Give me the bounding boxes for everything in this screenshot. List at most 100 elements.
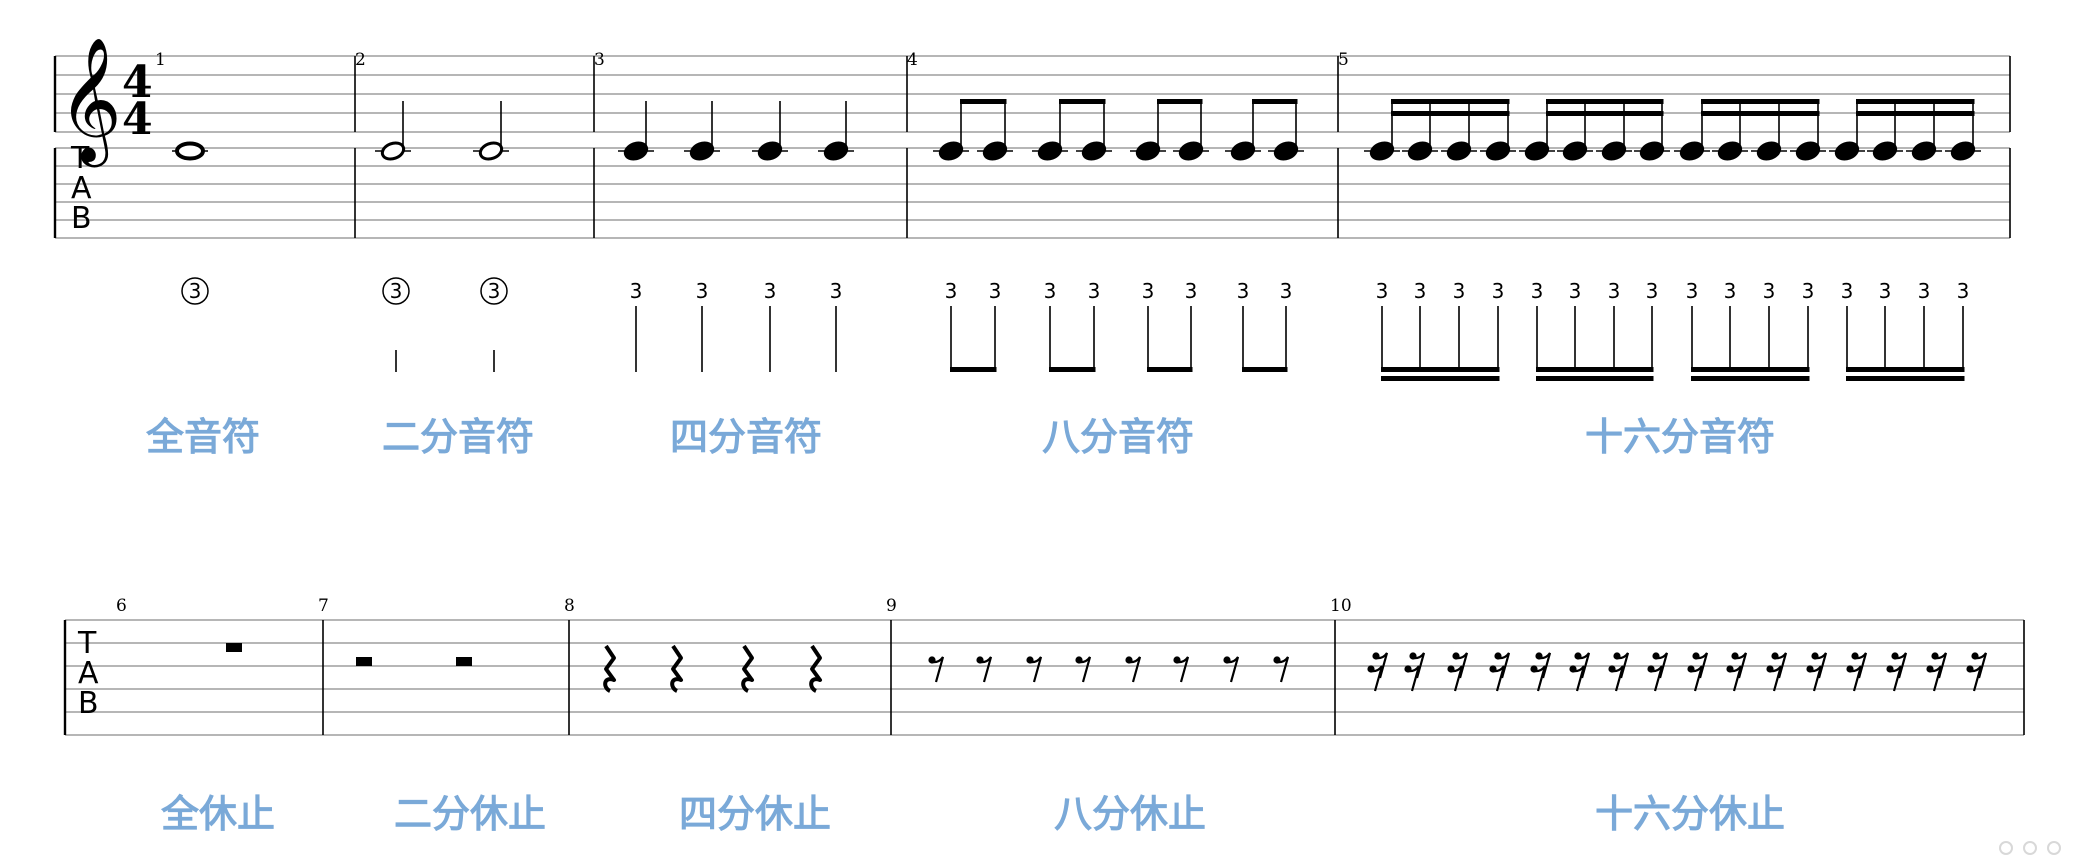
quarter-rest-icon <box>670 644 683 693</box>
measure-4: 4 3 3 3 3 3 3 3 3 八分音符 <box>907 50 1304 459</box>
note-beam <box>1157 99 1203 104</box>
filled-note-head <box>938 141 964 161</box>
whole-rest-icon <box>226 643 242 652</box>
measure-5: 5 3 3 3 3 3 3 3 3 3 3 3 3 3 3 3 3 十六分音符 <box>1338 50 1981 459</box>
sixteenth-rest-icon <box>1966 652 1988 692</box>
watermark-dots-icon <box>1999 841 2061 855</box>
note-beam <box>1856 99 1975 104</box>
filled-note-head <box>1795 141 1821 161</box>
filled-note-head <box>1485 141 1511 161</box>
measure-number: 6 <box>116 596 127 616</box>
fret-number: 3 <box>1608 279 1621 303</box>
fret-number: 3 <box>1044 279 1057 303</box>
note-value-label: 全音符 <box>145 415 260 459</box>
measure-number: 9 <box>886 596 897 616</box>
sixteenth-rest-icon <box>1766 652 1788 692</box>
tab-letter: B <box>78 686 99 721</box>
note-beam <box>1701 111 1820 116</box>
fret-number: 3 <box>1531 279 1544 303</box>
fret-number: 3 <box>1802 279 1815 303</box>
measure-3: 3 3 3 3 3 四分音符 <box>594 50 854 459</box>
tab-beam <box>950 367 997 372</box>
note-beam <box>1546 111 1664 116</box>
sixteenth-rest-icon <box>1608 652 1630 692</box>
system-notes: 𝄞 44TAB13全音符23 3二分音符33 3 3 3四分音符43 3 3 3 3 3 3 3八分音符… <box>53 37 2011 459</box>
note-beam <box>1701 99 1820 104</box>
quarter-rest-icon <box>741 644 754 693</box>
note-beam <box>1391 99 1510 104</box>
filled-note-head <box>1407 141 1433 161</box>
music-score: 𝄞 44TAB13全音符23 3二分音符33 3 3 3四分音符43 3 3 3 3 3 3 3八分音符… <box>53 37 2025 836</box>
filled-note-head <box>1037 141 1063 161</box>
tab-beam <box>1536 376 1654 381</box>
filled-note-head <box>1679 141 1705 161</box>
fret-number: 3 <box>1918 279 1931 303</box>
fret-number: 3 <box>1957 279 1970 303</box>
sixteenth-rest-icon <box>1404 652 1426 692</box>
fret-number: 3 <box>1724 279 1737 303</box>
measure-8: 8 四分休止 <box>564 596 831 836</box>
measure-number: 4 <box>907 50 918 70</box>
fret-number: 3 <box>1763 279 1776 303</box>
quarter-rest-icon <box>809 644 822 693</box>
filled-note-head <box>689 141 715 161</box>
note-beam <box>1546 99 1664 104</box>
measure-10: 10 十六分休止 <box>1330 596 1988 836</box>
half-rest-icon <box>456 657 472 666</box>
filled-note-head <box>1756 141 1782 161</box>
measure-number: 7 <box>318 596 329 616</box>
time-signature-bottom: 4 <box>122 94 153 145</box>
fret-number: 3 <box>1280 279 1293 303</box>
half-rest-icon <box>356 657 372 666</box>
tab-beam <box>1147 367 1193 372</box>
measure-6: 6 全休止 <box>116 596 275 836</box>
fret-number: 3 <box>1088 279 1101 303</box>
fret-number: 3 <box>764 279 777 303</box>
rest-value-label: 四分休止 <box>679 792 831 836</box>
fret-number: 3 <box>1414 279 1427 303</box>
fret-number: 3 <box>989 279 1002 303</box>
fret-number: 3 <box>945 279 958 303</box>
fret-number: 3 <box>1453 279 1466 303</box>
tab-beam <box>1846 376 1965 381</box>
sixteenth-rest-icon <box>1886 652 1908 692</box>
fret-number: 3 <box>1879 279 1892 303</box>
note-value-label: 四分音符 <box>670 415 822 459</box>
sixteenth-rest-icon <box>1569 652 1591 692</box>
note-beam <box>1059 99 1106 104</box>
tab-beam <box>1536 367 1654 372</box>
fret-number: 3 <box>1185 279 1198 303</box>
system-rests: TAB6全休止7二分休止8四分休止9八分休止10十六分休止 <box>63 596 2025 836</box>
filled-note-head <box>623 141 649 161</box>
open-note-head <box>478 141 504 161</box>
sixteenth-rest-icon <box>1367 652 1389 692</box>
rest-value-label: 二分休止 <box>394 792 546 836</box>
filled-note-head <box>1081 141 1107 161</box>
measure-number: 2 <box>355 50 366 70</box>
rest-value-label: 十六分休止 <box>1595 792 1785 836</box>
fret-number: 3 <box>1142 279 1155 303</box>
note-value-label: 八分音符 <box>1042 415 1194 459</box>
fret-number: 3 <box>830 279 843 303</box>
sixteenth-rest-icon <box>1647 652 1669 692</box>
filled-note-head <box>1369 141 1395 161</box>
note-beam <box>960 99 1007 104</box>
filled-note-head <box>1273 141 1299 161</box>
filled-note-head <box>1230 141 1256 161</box>
filled-note-head <box>1950 141 1976 161</box>
fret-number: 3 <box>189 279 202 303</box>
sixteenth-rest-icon <box>1926 652 1948 692</box>
rest-value-label: 八分休止 <box>1054 792 1206 836</box>
filled-note-head <box>982 141 1008 161</box>
note-value-label: 十六分音符 <box>1585 415 1775 459</box>
sixteenth-rest-icon <box>1530 652 1552 692</box>
open-note-head <box>380 141 406 161</box>
treble-clef-icon: 𝄞 <box>58 37 122 167</box>
filled-note-head <box>1872 141 1898 161</box>
note-value-label: 二分音符 <box>382 415 534 459</box>
tab-beam <box>1049 367 1096 372</box>
measure-9: 9 八分休止 <box>886 596 1290 836</box>
sixteenth-rest-icon <box>1687 652 1709 692</box>
tab-beam <box>1242 367 1288 372</box>
filled-note-head <box>757 141 783 161</box>
